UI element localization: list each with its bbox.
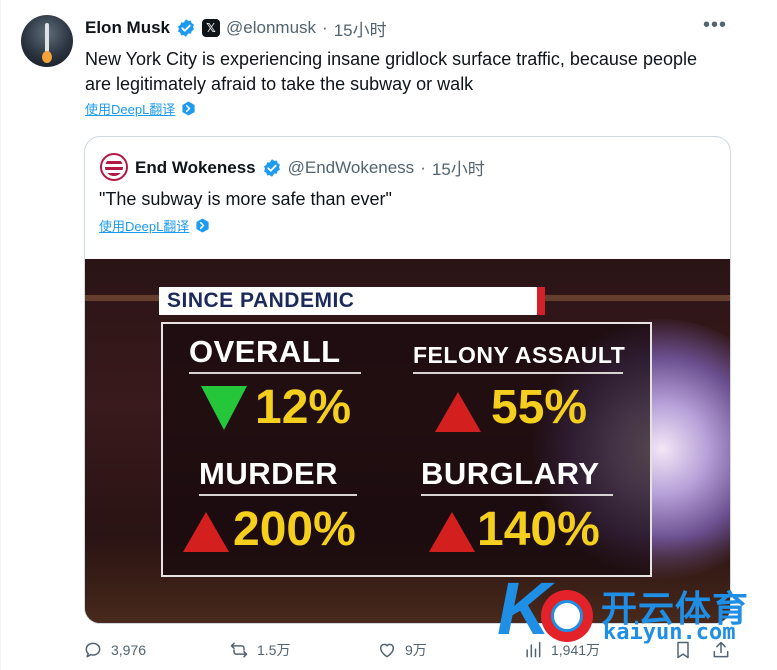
quote-media-image[interactable]: SINCE PANDEMIC OVERALL 12% FELONY ASSAUL… [85, 259, 730, 623]
verified-badge-icon [178, 19, 194, 37]
flag-seal-icon [105, 158, 123, 176]
reply-button[interactable]: 3,976 [83, 640, 146, 660]
stat-rule [413, 372, 623, 374]
reply-count: 3,976 [111, 642, 147, 658]
x-affiliate-icon: 𝕏 [202, 19, 221, 37]
repost-button[interactable]: 1.5万 [229, 640, 290, 660]
more-options-icon[interactable]: ••• [703, 14, 727, 37]
up-arrow-icon [435, 392, 481, 432]
up-arrow-icon [183, 512, 229, 552]
stat-value-overall: 12% [255, 381, 352, 434]
repost-icon [230, 642, 248, 658]
quote-translate-label[interactable]: 使用DeepL翻译 [99, 216, 189, 235]
tweet-header: Elon Musk 𝕏 @elonmusk · 15小时 [85, 16, 387, 41]
deepl-icon [182, 101, 195, 116]
translate-link[interactable]: 使用DeepL翻译 [85, 99, 196, 118]
rocket-icon [45, 23, 49, 53]
like-count: 9万 [405, 642, 427, 658]
verified-badge-icon [263, 158, 280, 177]
stat-label-burglary: BURGLARY [421, 456, 600, 491]
quote-header: End Wokeness @EndWokeness · 15小时 [135, 155, 485, 180]
up-arrow-icon [429, 512, 475, 552]
like-button[interactable]: 9万 [377, 640, 427, 660]
since-pandemic-banner: SINCE PANDEMIC [159, 287, 545, 315]
stat-value-felony-assault: 55% [491, 381, 588, 434]
quote-time[interactable]: 15小时 [432, 155, 485, 180]
watermark-ball-icon [541, 590, 593, 642]
kaiyun-watermark: K 开云体育 kaiyun.com [491, 572, 771, 652]
crime-stats-panel: OVERALL 12% FELONY ASSAULT 55% MURDER 20… [161, 322, 652, 577]
stat-label-murder: MURDER [199, 456, 339, 491]
banner-text: SINCE PANDEMIC [167, 289, 355, 312]
translate-label[interactable]: 使用DeepL翻译 [85, 99, 175, 118]
heart-icon [380, 643, 394, 658]
repost-count: 1.5万 [257, 642, 291, 658]
stat-rule [421, 494, 613, 496]
author-name[interactable]: Elon Musk [85, 18, 170, 38]
quote-author-name[interactable]: End Wokeness [135, 158, 256, 178]
stat-label-felony-assault: FELONY ASSAULT [413, 342, 626, 368]
separator-dot: · [420, 157, 426, 177]
down-arrow-icon [201, 386, 247, 430]
quote-author-avatar[interactable] [100, 153, 128, 181]
quote-author-handle[interactable]: @EndWokeness [288, 158, 415, 178]
stat-rule [189, 372, 361, 374]
tweet-text: New York City is experiencing insane gri… [85, 49, 697, 94]
quote-translate-link[interactable]: 使用DeepL翻译 [99, 216, 210, 235]
author-avatar[interactable] [21, 15, 73, 67]
quote-text: "The subway is more safe than ever" [99, 189, 392, 209]
tweet-time[interactable]: 15小时 [334, 16, 387, 41]
reply-icon [85, 642, 101, 658]
deepl-icon [196, 218, 209, 233]
quoted-tweet[interactable]: End Wokeness @EndWokeness · 15小时 "The su… [84, 136, 731, 624]
stat-value-burglary: 140% [477, 503, 600, 556]
author-handle[interactable]: @elonmusk [226, 18, 316, 38]
separator-dot: · [322, 18, 328, 37]
watermark-brand-en: kaiyun.com [603, 620, 736, 645]
stat-label-overall: OVERALL [189, 334, 341, 369]
tweet: Elon Musk 𝕏 @elonmusk · 15小时 ••• New Yor… [0, 0, 777, 670]
stat-value-murder: 200% [233, 503, 356, 556]
stat-rule [199, 494, 357, 496]
flame-icon [42, 51, 52, 63]
